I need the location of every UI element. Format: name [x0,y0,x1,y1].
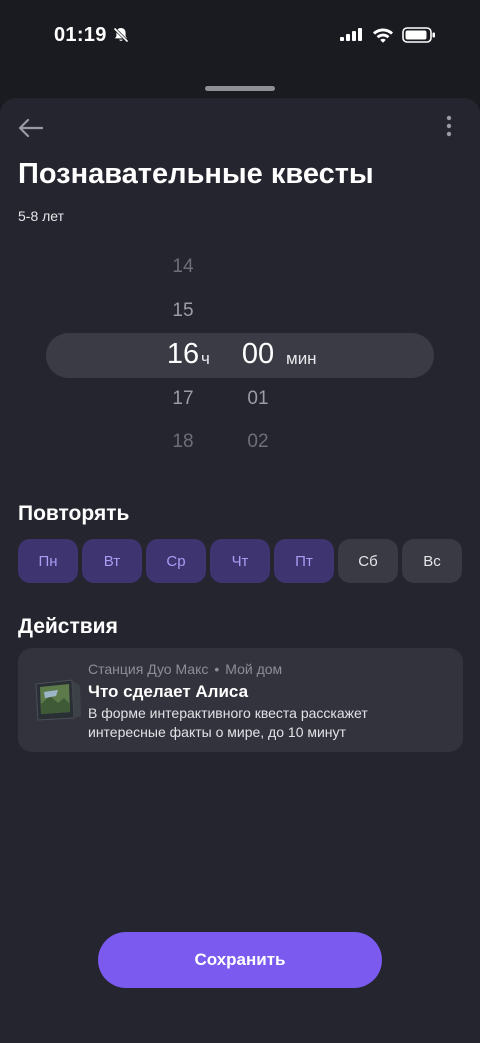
meta-separator: • [214,661,220,677]
hour-unit: ч [201,349,210,368]
save-button[interactable]: Сохранить [98,932,382,988]
weekday-selector: Пн Вт Ср Чт Пт Сб Вс [18,539,463,583]
page-title: Познавательные квесты [18,158,374,190]
card-description: В форме интерактивного квеста расскажет … [88,705,368,740]
sheet-grabber[interactable] [205,86,275,91]
cellular-signal-icon [340,28,362,41]
location-name: Мой дом [225,661,283,677]
wifi-icon [373,28,393,43]
arrow-left-icon[interactable] [16,116,44,140]
hour-option[interactable]: 18 [153,431,213,453]
day-toggle-sun[interactable]: Вс [402,539,462,583]
day-toggle-fri[interactable]: Пт [274,539,334,583]
card-title: Что сделает Алиса [88,682,249,701]
hour-option[interactable]: 14 [153,256,213,278]
smart-display-icon [35,679,81,721]
card-meta: Станция Дуо Макс • Мой дом [88,661,282,677]
page-subtitle: 5-8 лет [18,208,65,224]
repeat-section-title: Повторять [18,502,130,525]
hour-option[interactable]: 17 [153,388,213,410]
more-vertical-icon[interactable] [440,114,458,140]
bell-slash-icon [113,27,129,43]
action-card[interactable]: Станция Дуо Макс • Мой дом Что сделает Али… [18,648,463,752]
day-toggle-thu[interactable]: Чт [210,539,270,583]
minute-selected[interactable]: 00 [228,338,288,371]
day-toggle-wed[interactable]: Ср [146,539,206,583]
actions-section-title: Действия [18,615,118,638]
minute-option[interactable]: 02 [228,431,288,453]
hour-option[interactable]: 15 [153,300,213,322]
status-bar: 01:19 [0,0,480,72]
battery-icon [402,27,435,43]
minute-unit: мин [286,349,317,368]
day-toggle-tue[interactable]: Вт [82,539,142,583]
status-time: 01:19 [54,24,107,46]
day-toggle-sat[interactable]: Сб [338,539,398,583]
minute-option[interactable]: 01 [228,388,288,410]
day-toggle-mon[interactable]: Пн [18,539,78,583]
device-name: Станция Дуо Макс [88,661,209,677]
